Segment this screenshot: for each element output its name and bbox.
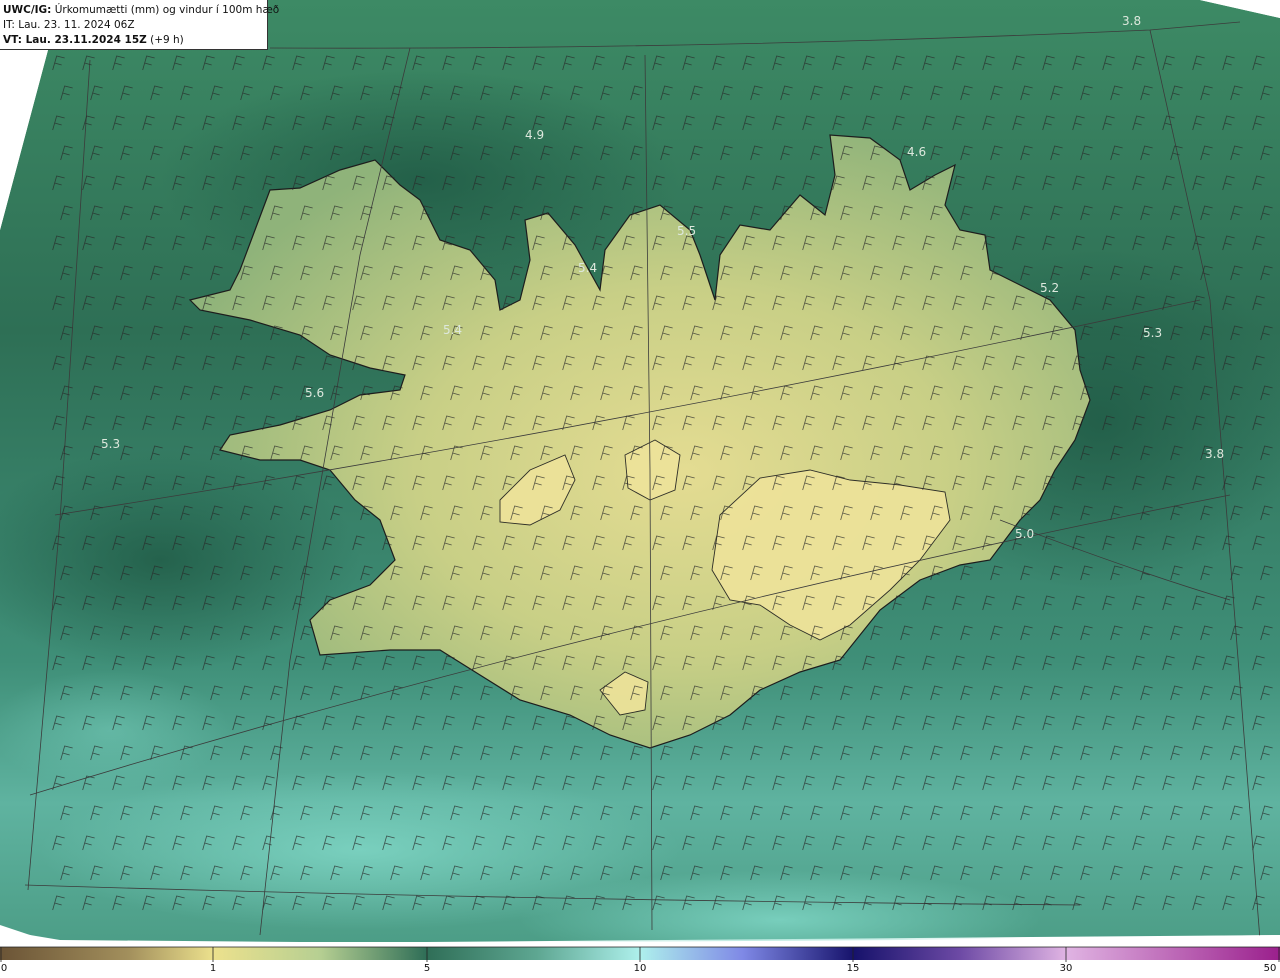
colorbar-tick-label: 0 [0, 963, 8, 974]
map-value-label: 3.8 [1205, 447, 1224, 461]
weather-map: 3.8 4.9 4.6 5.5 5.4 5.4 5.2 5.3 5.6 5.3 … [0, 0, 1280, 978]
map-value-label: 4.9 [525, 128, 544, 142]
map-value-label: 5.4 [578, 261, 597, 275]
map-domain: 3.8 4.9 4.6 5.5 5.4 5.4 5.2 5.3 5.6 5.3 … [0, 0, 1280, 942]
map-value-label: 5.3 [1143, 326, 1162, 340]
product-description: Úrkomumætti (mm) og vindur í 100m hæð [51, 4, 280, 16]
valid-time-line: VT: Lau. 23.11.2024 15Z (+9 h) [3, 33, 267, 48]
product-name: UWC/IG: [3, 4, 52, 16]
map-value-label: 5.0 [1015, 527, 1034, 541]
colorbar-tick-label: 15 [846, 963, 860, 974]
title-box: UWC/IG: Úrkomumætti (mm) og vindur í 100… [0, 0, 279, 50]
map-value-label: 3.8 [1122, 14, 1141, 28]
colorbar-tick-label: 5 [423, 963, 431, 974]
map-canvas: 3.8 4.9 4.6 5.5 5.4 5.4 5.2 5.3 5.6 5.3 … [0, 0, 1280, 978]
map-value-label: 5.6 [305, 386, 324, 400]
map-value-label: 5.2 [1040, 281, 1059, 295]
colorbar-tick-label: 50 [1263, 963, 1277, 974]
map-value-label: 5.3 [101, 437, 120, 451]
valid-time: VT: Lau. 23.11.2024 15Z [3, 34, 147, 46]
map-value-label: 4.6 [907, 145, 926, 159]
lead-time: (+9 h) [146, 34, 184, 46]
issue-time: IT: Lau. 23. 11. 2024 06Z [3, 19, 135, 31]
title-line-1: UWC/IG: Úrkomumætti (mm) og vindur í 100… [3, 3, 279, 18]
colorbar-tick-label: 1 [209, 963, 217, 974]
field-light-sw [0, 670, 230, 790]
colorbar-tick-label: 10 [633, 963, 647, 974]
map-value-label: 5.4 [443, 323, 462, 337]
map-value-label: 5.5 [677, 224, 696, 238]
colorbar-tick-label: 30 [1059, 963, 1073, 974]
